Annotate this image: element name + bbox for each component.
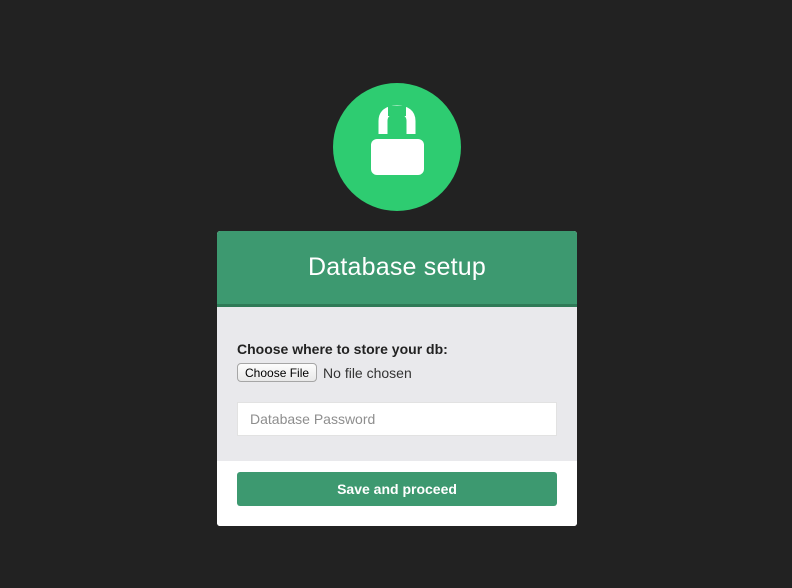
save-and-proceed-button[interactable]: Save and proceed [237,472,557,506]
card-footer: Save and proceed [217,461,577,526]
database-password-input[interactable] [237,402,557,436]
card-header: Database setup [217,231,577,307]
page: Database setup Choose where to store you… [0,0,792,588]
database-setup-card: Database setup Choose where to store you… [217,231,577,526]
file-picker: Choose File No file chosen [237,363,412,382]
store-location-label: Choose where to store your db: [237,341,448,357]
choose-file-button[interactable]: Choose File [237,363,318,382]
logo-circle [333,83,461,211]
card-title: Database setup [308,253,486,281]
lock-icon [371,105,424,175]
file-status: No file chosen [323,364,412,381]
card-body: Choose where to store your db: Choose Fi… [217,307,577,461]
